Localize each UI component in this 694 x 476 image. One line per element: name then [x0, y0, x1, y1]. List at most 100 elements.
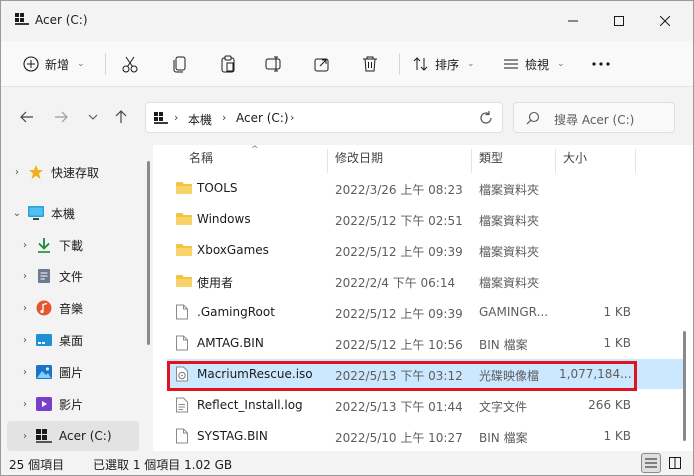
view-label: 檢視 — [525, 57, 550, 72]
refresh-icon[interactable] — [478, 110, 494, 126]
breadcrumb-separator: › — [290, 111, 295, 124]
sidebar-item-downloads[interactable]: › 下載 — [7, 230, 139, 260]
tiles-view-button[interactable] — [665, 453, 685, 473]
chevron-right-icon[interactable]: › — [15, 335, 35, 346]
folder-icon — [175, 273, 193, 289]
file-icon — [175, 335, 193, 351]
sidebar-item-this-pc[interactable]: ⌄ 本機 — [7, 198, 139, 228]
file-row[interactable]: TOOLS 2022/3/26 上午 08:23 檔案資料夾 — [167, 173, 683, 203]
file-row[interactable]: .GamingRoot 2022/5/12 上午 09:39 GAMINGR... 1… — [167, 297, 683, 327]
file-size: 266 KB — [588, 398, 631, 412]
column-divider[interactable] — [327, 149, 328, 173]
file-row[interactable]: Reflect_Install.log 2022/5/13 下午 01:44 文字文… — [167, 390, 683, 420]
tiles-view-icon — [669, 457, 681, 469]
clipboard-icon — [221, 55, 235, 73]
sidebar-scrollbar[interactable] — [147, 161, 150, 345]
rename-button[interactable] — [265, 49, 283, 79]
file-name: TOOLS — [197, 181, 238, 195]
sidebar-item-documents[interactable]: › 文件 — [7, 261, 139, 291]
file-date: 2022/5/12 上午 10:56 — [335, 338, 463, 352]
cut-button[interactable] — [121, 49, 139, 79]
sidebar-item-quick-access[interactable]: › 快速存取 — [7, 157, 139, 187]
up-button[interactable] — [111, 107, 131, 127]
search-box[interactable]: 搜尋 Acer (C:) — [513, 102, 675, 133]
chevron-right-icon[interactable]: › — [15, 431, 35, 442]
file-list-scrollbar[interactable] — [683, 331, 686, 441]
sidebar-item-label: 快速存取 — [51, 165, 100, 180]
search-icon — [526, 111, 540, 125]
chevron-down-icon[interactable]: ⌄ — [7, 208, 27, 219]
file-type: BIN 檔案 — [479, 431, 528, 445]
chevron-right-icon[interactable]: › — [15, 399, 35, 410]
file-size: 1 KB — [603, 336, 631, 350]
column-header-size[interactable]: 大小 — [563, 149, 587, 166]
chevron-down-icon: ⌄ — [557, 59, 565, 69]
details-view-button[interactable] — [641, 453, 661, 473]
sidebar-item-label: 音樂 — [59, 301, 84, 316]
paste-button[interactable] — [219, 49, 237, 79]
sidebar-item-videos[interactable]: › 影片 — [7, 389, 139, 419]
navigation-pane: › 快速存取 ⌄ 本機 › 下載 › 文件 › 音樂 › 桌面 › 圖片 › 影… — [1, 145, 151, 451]
file-explorer-window: Acer (C:) 新增 ⌄ 排序 ⌄ 檢視 ⌄ › 本機 › Acer (C:… — [0, 0, 694, 476]
file-size: 1 KB — [603, 429, 631, 443]
sidebar-item-music[interactable]: › 音樂 — [7, 293, 139, 323]
column-header-date[interactable]: 修改日期 — [335, 149, 383, 166]
maximize-button[interactable] — [601, 7, 637, 35]
chevron-right-icon[interactable]: › — [15, 240, 35, 251]
file-row[interactable]: AMTAG.BIN 2022/5/12 上午 10:56 BIN 檔案 1 KB — [167, 328, 683, 358]
file-name: AMTAG.BIN — [197, 336, 264, 350]
picture-icon — [35, 364, 53, 380]
drive-icon — [35, 428, 53, 444]
file-date: 2022/5/12 上午 09:39 — [335, 307, 463, 321]
scissors-icon — [122, 56, 138, 73]
file-row[interactable]: XboxGames 2022/5/12 上午 09:39 檔案資料夾 — [167, 235, 683, 265]
sort-label: 排序 — [435, 57, 460, 72]
share-button[interactable] — [313, 49, 331, 79]
view-button[interactable]: 檢視 ⌄ — [503, 49, 565, 79]
chevron-right-icon[interactable]: › — [15, 271, 35, 282]
file-size: 1 KB — [603, 305, 631, 319]
address-bar[interactable]: › 本機 › Acer (C:) › — [145, 102, 503, 133]
chevron-right-icon[interactable]: › — [7, 167, 27, 178]
new-label: 新增 — [45, 57, 70, 72]
recent-locations-button[interactable] — [83, 107, 103, 127]
arrow-right-icon — [55, 111, 68, 123]
chevron-right-icon[interactable]: › — [15, 303, 35, 314]
sidebar-item-desktop[interactable]: › 桌面 — [7, 325, 139, 355]
column-header-name[interactable]: 名稱 — [189, 149, 213, 166]
new-button[interactable]: 新增 ⌄ — [23, 49, 85, 79]
breadcrumb-this-pc[interactable]: 本機 — [188, 111, 212, 128]
file-name: Windows — [197, 212, 251, 226]
column-divider[interactable] — [555, 149, 556, 173]
file-row[interactable]: SYSTAG.BIN 2022/5/10 上午 10:27 BIN 檔案 1 KB — [167, 421, 683, 451]
chevron-down-icon — [88, 114, 98, 120]
column-divider[interactable] — [635, 149, 636, 173]
drive-icon — [15, 13, 29, 25]
selection-info: 已選取 1 個項目 1.02 GB — [93, 458, 233, 472]
sidebar-item-pictures[interactable]: › 圖片 — [7, 357, 139, 387]
arrow-left-icon — [20, 111, 33, 123]
file-type: GAMINGR... — [479, 305, 549, 319]
sidebar-item-drive-c[interactable]: › Acer (C:) — [7, 421, 139, 451]
file-row[interactable]: 使用者 2022/2/4 下午 06:14 檔案資料夾 — [167, 266, 683, 296]
copy-button[interactable] — [171, 49, 189, 79]
file-row[interactable]: Windows 2022/5/12 下午 02:51 檔案資料夾 — [167, 204, 683, 234]
chevron-right-icon[interactable]: › — [15, 367, 35, 378]
minimize-button[interactable] — [555, 7, 591, 35]
file-name: SYSTAG.BIN — [197, 429, 268, 443]
sort-button[interactable]: 排序 ⌄ — [413, 49, 475, 79]
column-divider[interactable] — [471, 149, 472, 173]
column-header-type[interactable]: 類型 — [479, 149, 503, 166]
highlight-box — [167, 361, 637, 391]
file-name: Reflect_Install.log — [197, 398, 303, 412]
back-button[interactable] — [17, 107, 37, 127]
details-view-icon — [645, 458, 657, 468]
more-options-button[interactable] — [591, 49, 611, 79]
close-button[interactable] — [647, 7, 683, 35]
file-type: 檔案資料夾 — [479, 214, 540, 228]
forward-button[interactable] — [51, 107, 71, 127]
breadcrumb-separator: › — [174, 111, 179, 124]
breadcrumb-drive[interactable]: Acer (C:) — [236, 111, 289, 125]
file-date: 2022/5/13 下午 01:44 — [335, 400, 463, 414]
delete-button[interactable] — [361, 49, 379, 79]
